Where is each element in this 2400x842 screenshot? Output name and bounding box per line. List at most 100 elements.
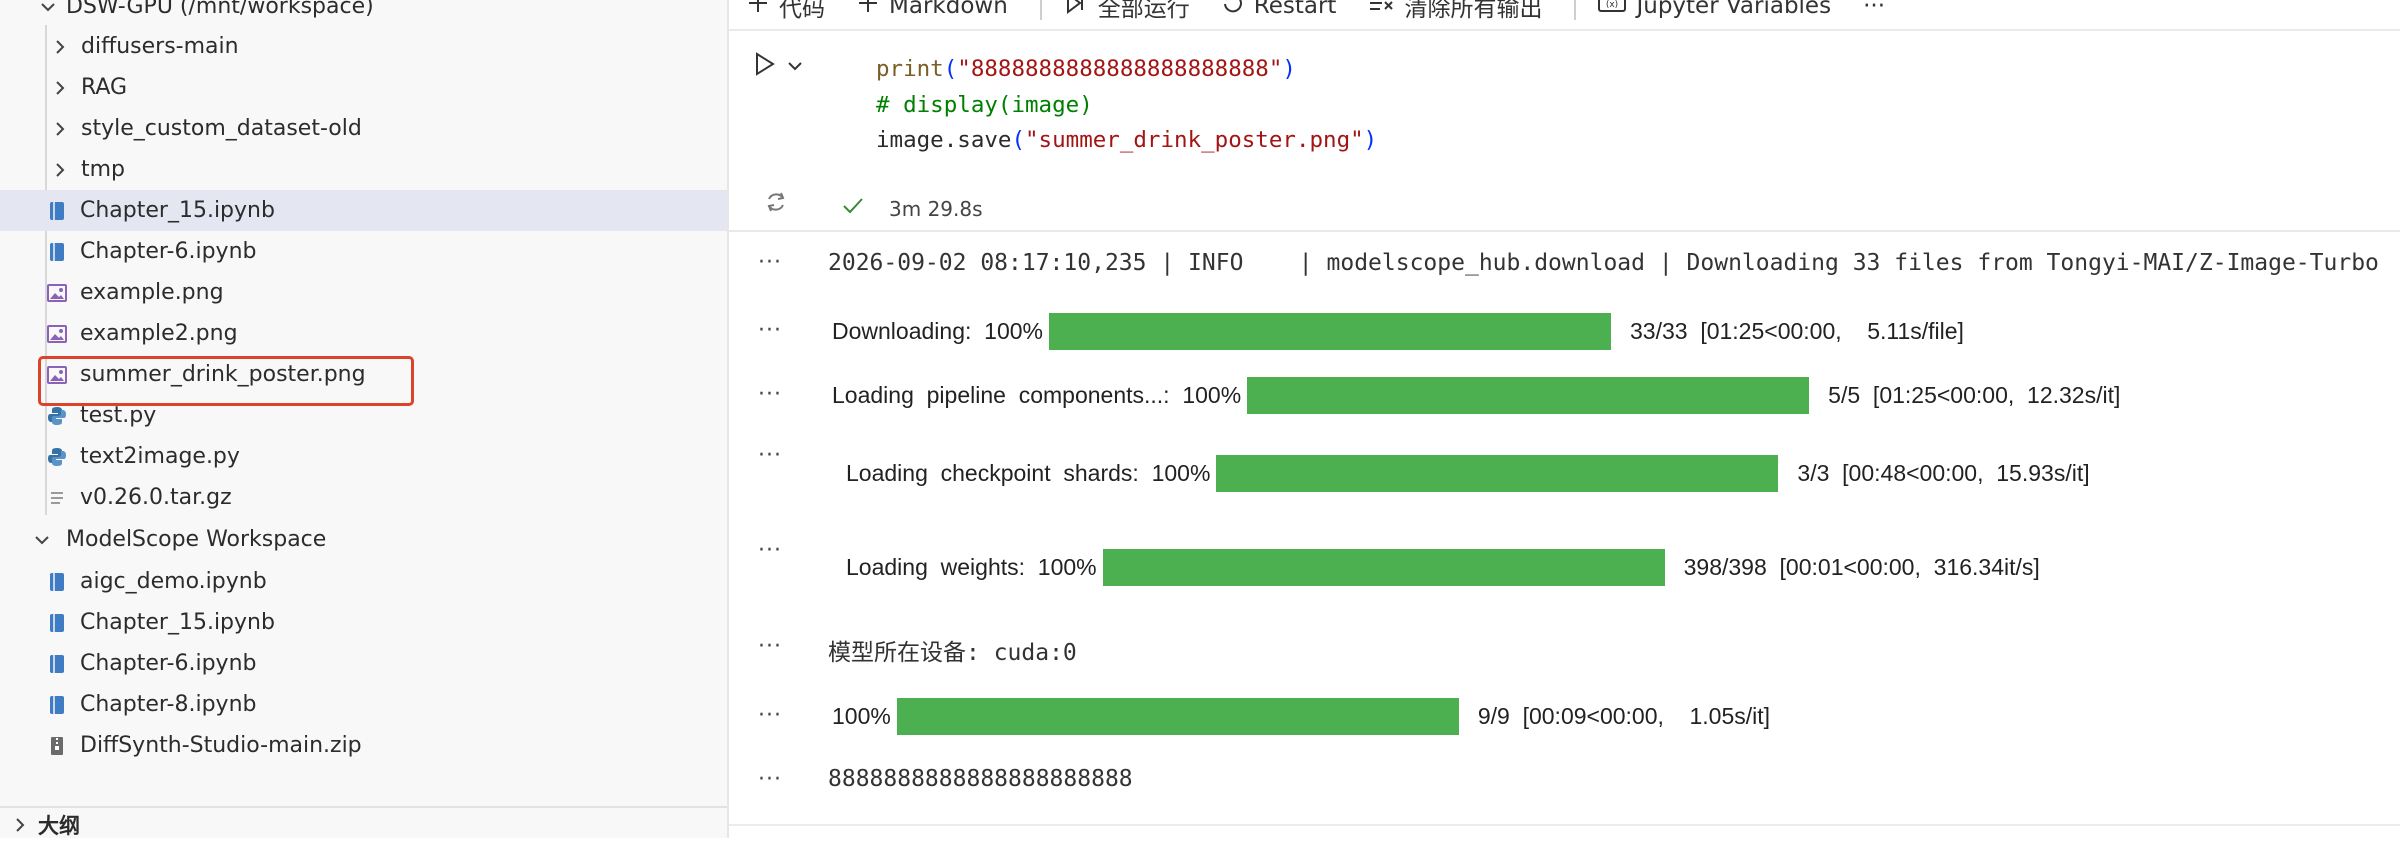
image-file-icon xyxy=(47,323,67,345)
success-check-icon xyxy=(842,197,864,219)
output-menu-button[interactable]: ··· xyxy=(758,767,782,792)
output-menu-button[interactable]: ··· xyxy=(758,634,782,659)
output-log-line: 2026-09-02 08:17:10,235 | INFO | modelsc… xyxy=(828,250,2379,276)
progress-bar xyxy=(1247,377,1810,414)
chevron-down-icon xyxy=(34,529,50,551)
restart-button[interactable]: Restart xyxy=(1222,0,1337,20)
progress-track xyxy=(1216,455,1779,492)
chevron-right-icon xyxy=(52,118,68,140)
jupyter-variables-label: Jupyter Variables xyxy=(1636,0,1832,19)
tree-item-file[interactable]: text2image.py xyxy=(0,436,727,477)
tree-item-label: aigc_demo.ipynb xyxy=(80,569,267,594)
run-options-dropdown[interactable] xyxy=(787,57,803,76)
output-menu-button[interactable]: ··· xyxy=(758,318,782,343)
progress-output: Loading weights: 100% 398/398 [00:01<00:… xyxy=(846,549,2040,586)
tree-item-file[interactable]: example2.png xyxy=(0,313,727,354)
restart-icon xyxy=(1222,0,1244,20)
tree-item-folder[interactable]: diffusers-main xyxy=(0,26,727,67)
toolbar-divider xyxy=(1039,0,1042,20)
add-markdown-label: Markdown xyxy=(889,0,1008,19)
jupyter-variables-button[interactable]: (x) Jupyter Variables xyxy=(1598,0,1831,20)
tree-root-label: ModelScope Workspace xyxy=(66,527,327,552)
run-all-icon xyxy=(1064,0,1088,20)
output-menu-button[interactable]: ··· xyxy=(758,538,782,563)
tree-item-file[interactable]: aigc_demo.ipynb xyxy=(0,561,727,602)
progress-label: Loading pipeline components...: 100% xyxy=(832,382,1242,408)
code-token-paren: ) xyxy=(1363,127,1378,153)
run-cell-button[interactable] xyxy=(754,52,776,80)
python-file-icon xyxy=(47,405,67,427)
variables-icon: (x) xyxy=(1598,0,1627,20)
code-token-paren: ) xyxy=(1282,56,1296,82)
output-menu-button[interactable]: ··· xyxy=(758,382,782,407)
progress-stats: 398/398 [00:01<00:00, 316.34it/s] xyxy=(1683,554,2040,580)
tree-item-label: Chapter-6.ipynb xyxy=(80,239,257,264)
chevron-right-icon xyxy=(52,159,68,181)
tree-item-file[interactable]: example.png xyxy=(0,272,727,313)
tree-item-file[interactable]: Chapter-6.ipynb xyxy=(0,231,727,272)
chevron-down-icon xyxy=(787,57,803,76)
tree-item-file[interactable]: DiffSynth-Studio-main.zip xyxy=(0,725,727,766)
progress-bar xyxy=(1102,549,1665,586)
tree-item-folder[interactable]: tmp xyxy=(0,149,727,190)
add-code-cell-button[interactable]: 代码 xyxy=(747,0,825,23)
sidebar-divider xyxy=(727,0,729,838)
tree-item-file-selected[interactable]: Chapter_15.ipynb xyxy=(0,190,727,231)
toolbar-divider xyxy=(1574,0,1577,20)
tree-item-file[interactable]: test.py xyxy=(0,395,727,436)
output-print-line: 8888888888888888888888 xyxy=(828,766,1133,792)
notebook-icon xyxy=(47,241,67,263)
tree-item-label: v0.26.0.tar.gz xyxy=(80,485,232,510)
tree-item-file[interactable]: Chapter-6.ipynb xyxy=(0,643,727,684)
tree-item-label: tmp xyxy=(81,157,126,182)
output-menu-button[interactable]: ··· xyxy=(758,443,782,468)
progress-output: Downloading: 100% 33/33 [01:25<00:00, 5.… xyxy=(832,313,1964,350)
tree-item-label: text2image.py xyxy=(80,444,240,469)
tree-item-file[interactable]: v0.26.0.tar.gz xyxy=(0,477,727,518)
progress-output: Loading checkpoint shards: 100% 3/3 [00:… xyxy=(846,455,2090,492)
progress-track xyxy=(1102,549,1665,586)
plus-icon xyxy=(747,0,769,20)
progress-stats: 3/3 [00:48<00:00, 15.93s/it] xyxy=(1797,460,2090,486)
notebook-icon xyxy=(47,694,67,716)
tree-root-dsw-gpu[interactable]: DSW-GPU (/mnt/workspace) xyxy=(0,0,727,27)
progress-bar xyxy=(896,698,1459,735)
tree-item-folder[interactable]: RAG xyxy=(0,67,727,108)
restart-label: Restart xyxy=(1253,0,1337,19)
outline-section-header[interactable]: 大纲 xyxy=(0,808,727,842)
progress-stats: 5/5 [01:25<00:00, 12.32s/it] xyxy=(1828,382,2121,408)
zip-file-icon xyxy=(47,735,67,757)
plus-icon xyxy=(857,0,879,20)
archive-file-icon xyxy=(47,487,67,509)
tree-item-label: DiffSynth-Studio-main.zip xyxy=(80,733,362,758)
code-token-comment: # display(image) xyxy=(876,92,1093,118)
chevron-down-icon xyxy=(40,0,56,18)
image-file-icon xyxy=(47,282,67,304)
tree-item-folder[interactable]: style_custom_dataset-old xyxy=(0,108,727,149)
tree-item-label: Chapter_15.ipynb xyxy=(80,198,275,223)
output-menu-button[interactable]: ··· xyxy=(758,250,782,275)
output-menu-button[interactable]: ··· xyxy=(758,703,782,728)
toolbar-border xyxy=(729,29,2400,31)
tree-item-label: example2.png xyxy=(80,321,238,346)
notebook-icon xyxy=(47,571,67,593)
tree-root-modelscope[interactable]: ModelScope Workspace xyxy=(0,519,727,560)
tree-item-file[interactable]: Chapter_15.ipynb xyxy=(0,602,727,643)
progress-output: Loading pipeline components...: 100% 5/5… xyxy=(832,377,2120,414)
tree-item-file[interactable]: Chapter-8.ipynb xyxy=(0,684,727,725)
progress-bar xyxy=(1048,313,1611,350)
more-actions-button[interactable]: ··· xyxy=(1863,0,1885,19)
add-markdown-cell-button[interactable]: Markdown xyxy=(857,0,1008,20)
run-all-button[interactable]: 全部运行 xyxy=(1064,0,1190,23)
progress-track xyxy=(896,698,1459,735)
chevron-right-icon xyxy=(12,814,28,836)
progress-stats: 9/9 [00:09<00:00, 1.05s/it] xyxy=(1477,703,1771,729)
notebook-icon xyxy=(47,653,67,675)
progress-track xyxy=(1247,377,1810,414)
code-line-1[interactable]: print("8888888888888888888888") xyxy=(876,56,1296,82)
notebook-icon xyxy=(47,200,67,222)
code-line-2[interactable]: # display(image) xyxy=(876,92,1093,118)
notebook-toolbar: 代码 Markdown 全部运行 Restart 清除所有输出 (x) Jupy… xyxy=(729,0,1917,24)
code-line-3[interactable]: image.save("summer_drink_poster.png") xyxy=(876,127,1377,153)
clear-outputs-button[interactable]: 清除所有输出 xyxy=(1368,0,1542,23)
